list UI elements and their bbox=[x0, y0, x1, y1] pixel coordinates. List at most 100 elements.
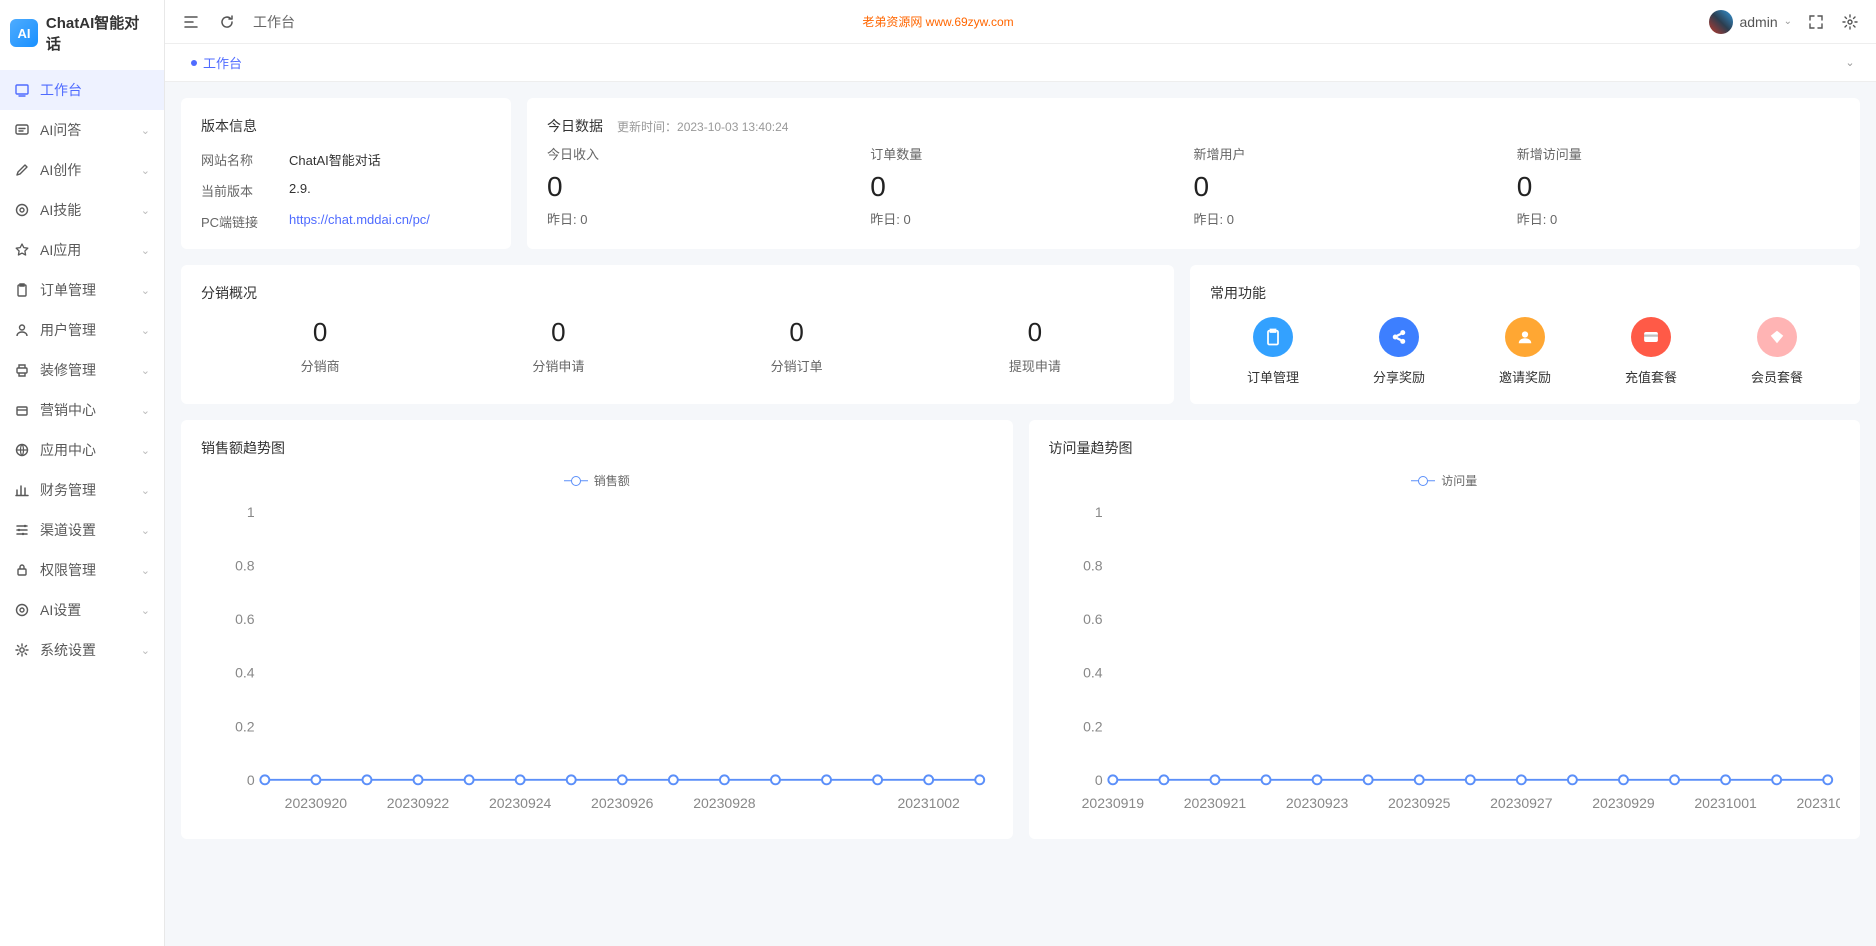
sidebar-item-11[interactable]: 渠道设置⌄ bbox=[0, 510, 164, 550]
version-value: 2.9. bbox=[289, 181, 311, 200]
sidebar-item-label: AI创作 bbox=[40, 160, 131, 180]
func-item-3[interactable]: 充值套餐 bbox=[1588, 317, 1714, 386]
sidebar-item-label: AI技能 bbox=[40, 200, 131, 220]
stat-label: 订单数量 bbox=[870, 144, 1193, 163]
clipboard-icon bbox=[1253, 317, 1293, 357]
stat-value: 0 bbox=[1194, 171, 1517, 203]
sidebar-item-9[interactable]: 应用中心 ⌄ bbox=[0, 430, 164, 470]
sidebar-item-7[interactable]: 装修管理⌄ bbox=[0, 350, 164, 390]
chevron-down-icon: ⌄ bbox=[141, 204, 150, 217]
sidebar-item-14[interactable]: 系统设置⌄ bbox=[0, 630, 164, 670]
tabs-dropdown-icon[interactable]: ⌄ bbox=[1840, 53, 1860, 73]
stat-prev: 昨日: 0 bbox=[547, 209, 870, 228]
refresh-icon[interactable] bbox=[217, 12, 237, 32]
logo[interactable]: AI ChatAI智能对话 bbox=[0, 0, 164, 66]
stat-prev: 昨日: 0 bbox=[1517, 209, 1840, 228]
invite-icon bbox=[1505, 317, 1545, 357]
clipboard-icon bbox=[14, 282, 30, 298]
site-name-value: ChatAI智能对话 bbox=[289, 150, 381, 169]
distribution-card: 分销概况 0分销商0分销申请0分销订单0提现申请 bbox=[181, 265, 1174, 404]
share-icon bbox=[1379, 317, 1419, 357]
func-item-4[interactable]: 会员套餐 bbox=[1714, 317, 1840, 386]
distribution-title: 分销概况 bbox=[201, 283, 1154, 303]
diamond-icon bbox=[1757, 317, 1797, 357]
dist-item-2: 0分销订单 bbox=[678, 317, 916, 375]
sidebar-item-label: 渠道设置 bbox=[40, 520, 131, 540]
sidebar-menu: 工作台AI问答⌄AI创作⌄AI技能⌄AI应用⌄订单管理⌄用户管理⌄装修管理⌄营销… bbox=[0, 66, 164, 946]
sidebar-item-2[interactable]: AI创作⌄ bbox=[0, 150, 164, 190]
sales-chart-title: 销售额趋势图 bbox=[201, 438, 993, 458]
stat-label: 今日收入 bbox=[547, 144, 870, 163]
stat-value: 0 bbox=[1517, 171, 1840, 203]
menu-toggle-icon[interactable] bbox=[181, 12, 201, 32]
chevron-down-icon: ⌄ bbox=[141, 444, 150, 457]
svg-text:0.6: 0.6 bbox=[1083, 611, 1103, 627]
stat-prev: 昨日: 0 bbox=[870, 209, 1193, 228]
stat-label: 新增访问量 bbox=[1517, 144, 1840, 163]
today-card: 今日数据 更新时间：2023-10-03 13:40:24 今日收入0昨日: 0… bbox=[527, 98, 1860, 249]
pc-link-value[interactable]: https://chat.mddai.cn/pc/ bbox=[289, 212, 430, 231]
svg-text:20230928: 20230928 bbox=[693, 795, 756, 811]
chevron-down-icon: ⌄ bbox=[141, 604, 150, 617]
chevron-down-icon: ⌄ bbox=[141, 404, 150, 417]
sidebar-item-1[interactable]: AI问答⌄ bbox=[0, 110, 164, 150]
dist-value: 0 bbox=[439, 317, 677, 348]
sidebar-item-label: 财务管理 bbox=[40, 480, 131, 500]
chat-icon bbox=[14, 122, 30, 138]
sidebar-item-10[interactable]: 财务管理⌄ bbox=[0, 470, 164, 510]
print-icon bbox=[14, 362, 30, 378]
topbar-right: admin ⌄ bbox=[1709, 10, 1860, 34]
pen-icon bbox=[14, 162, 30, 178]
sidebar-item-0[interactable]: 工作台 bbox=[0, 70, 164, 110]
func-label: 分享奖励 bbox=[1373, 367, 1425, 386]
tab-workbench[interactable]: 工作台 bbox=[181, 47, 252, 78]
func-item-2[interactable]: 邀请奖励 bbox=[1462, 317, 1588, 386]
legend-label: 销售额 bbox=[594, 472, 630, 489]
version-title: 版本信息 bbox=[201, 116, 491, 136]
breadcrumb: 工作台 bbox=[253, 12, 295, 32]
today-update-time: 更新时间：2023-10-03 13:40:24 bbox=[617, 118, 788, 135]
chevron-down-icon: ⌄ bbox=[1784, 16, 1792, 27]
svg-text:0.8: 0.8 bbox=[1083, 557, 1103, 573]
svg-text:20231003: 20231003 bbox=[1796, 795, 1840, 811]
chart-icon bbox=[14, 482, 30, 498]
sidebar-item-4[interactable]: AI应用⌄ bbox=[0, 230, 164, 270]
tab-label: 工作台 bbox=[203, 53, 242, 72]
lock-icon bbox=[14, 562, 30, 578]
chevron-down-icon: ⌄ bbox=[141, 564, 150, 577]
svg-text:20230923: 20230923 bbox=[1285, 795, 1348, 811]
sidebar-item-6[interactable]: 用户管理⌄ bbox=[0, 310, 164, 350]
sidebar-item-label: 工作台 bbox=[40, 80, 150, 100]
site-name-label: 网站名称 bbox=[201, 150, 271, 169]
functions-card: 常用功能 订单管理分享奖励邀请奖励充值套餐会员套餐 bbox=[1190, 265, 1860, 404]
settings-icon[interactable] bbox=[1840, 12, 1860, 32]
functions-items: 订单管理分享奖励 邀请奖励充值套餐会员套餐 bbox=[1210, 317, 1840, 386]
dist-label: 分销商 bbox=[201, 356, 439, 375]
user-menu[interactable]: admin ⌄ bbox=[1709, 10, 1792, 34]
svg-text:20231001: 20231001 bbox=[1694, 795, 1757, 811]
sidebar: AI ChatAI智能对话 工作台AI问答⌄AI创作⌄AI技能⌄AI应用⌄订单管… bbox=[0, 0, 165, 946]
svg-text:20230929: 20230929 bbox=[1592, 795, 1655, 811]
svg-text:0.2: 0.2 bbox=[235, 718, 255, 734]
monitor-icon bbox=[14, 82, 30, 98]
svg-text:20230924: 20230924 bbox=[489, 795, 552, 811]
svg-text:20230925: 20230925 bbox=[1388, 795, 1451, 811]
dist-value: 0 bbox=[201, 317, 439, 348]
fullscreen-icon[interactable] bbox=[1806, 12, 1826, 32]
visits-chart: 访问量00.20.40.60.8120230919202309212023092… bbox=[1049, 472, 1841, 821]
sidebar-item-3[interactable]: AI技能 ⌄ bbox=[0, 190, 164, 230]
sidebar-item-13[interactable]: AI设置⌄ bbox=[0, 590, 164, 630]
dist-label: 分销申请 bbox=[439, 356, 677, 375]
sidebar-item-label: 权限管理 bbox=[40, 560, 131, 580]
func-item-0[interactable]: 订单管理 bbox=[1210, 317, 1336, 386]
sidebar-item-label: 应用中心 bbox=[40, 440, 131, 460]
sidebar-item-5[interactable]: 订单管理⌄ bbox=[0, 270, 164, 310]
func-item-1[interactable]: 分享奖励 bbox=[1336, 317, 1462, 386]
svg-text:20230922: 20230922 bbox=[387, 795, 450, 811]
channel-icon bbox=[14, 522, 30, 538]
sidebar-item-label: 订单管理 bbox=[40, 280, 131, 300]
version-label: 当前版本 bbox=[201, 181, 271, 200]
today-stats: 今日收入0昨日: 0订单数量0昨日: 0新增用户0昨日: 0新增访问量0昨日: … bbox=[547, 144, 1840, 228]
sidebar-item-12[interactable]: 权限管理 ⌄ bbox=[0, 550, 164, 590]
sidebar-item-8[interactable]: 营销中心⌄ bbox=[0, 390, 164, 430]
